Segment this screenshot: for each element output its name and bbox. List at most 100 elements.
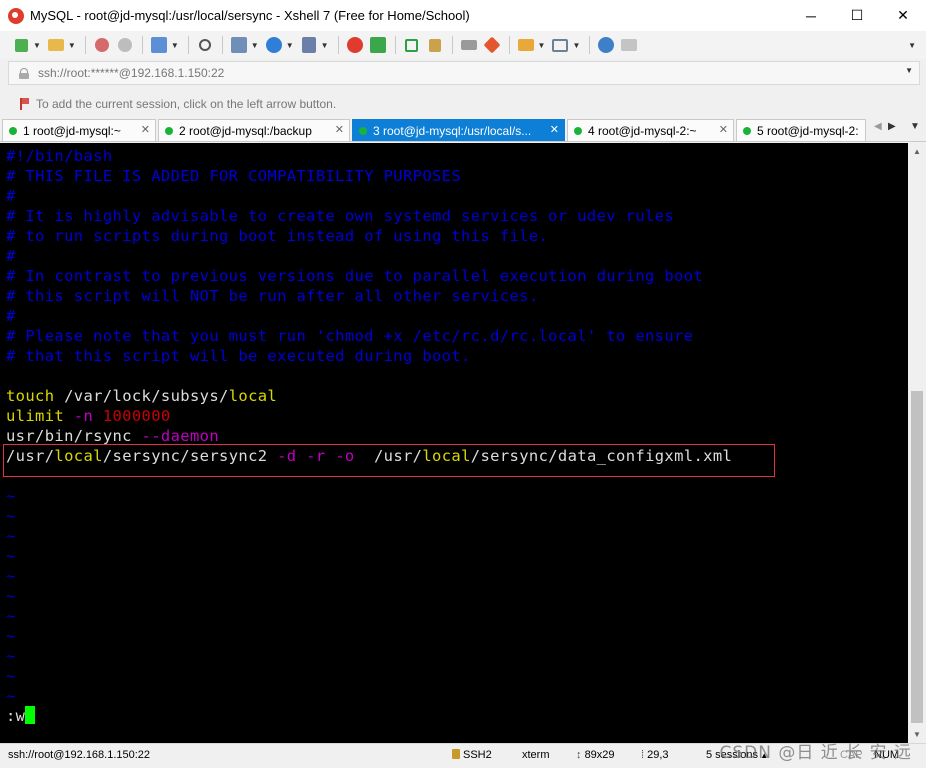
toolbar-divider <box>451 36 453 54</box>
layout-icon <box>552 38 569 52</box>
terminal-line: # It is highly advisable to create own s… <box>6 207 675 225</box>
address-dropdown-icon[interactable]: ▼ <box>905 66 913 75</box>
close-tab-icon[interactable]: ✕ <box>141 123 150 136</box>
chevron-down-icon[interactable]: ▼ <box>321 41 329 50</box>
chevron-down-icon[interactable]: ▼ <box>33 41 41 50</box>
toolbar-divider <box>141 36 143 54</box>
empty-line-marker: ~ <box>6 627 16 645</box>
terminal-line: # <box>6 307 16 325</box>
scrollbar-thumb[interactable] <box>911 391 923 723</box>
minimize-button[interactable]: ─ <box>788 0 834 31</box>
status-size-text: 89x29 <box>584 749 615 761</box>
command-flag: --daemon <box>141 427 220 445</box>
maximize-button[interactable]: ☐ <box>834 0 880 31</box>
terminal-line: # to run scripts during boot instead of … <box>6 227 549 245</box>
close-tab-icon[interactable]: ✕ <box>719 123 728 136</box>
vim-command-text: :w <box>6 707 26 725</box>
tab-label: 4 root@jd-mysql-2:~ <box>588 123 697 138</box>
tab-label: 3 root@jd-mysql:/usr/local/s... <box>373 123 532 138</box>
command-path-keyword: local <box>228 387 278 405</box>
terminal-line: # <box>6 247 16 265</box>
toolbar-divider <box>337 36 339 54</box>
highlight-button[interactable] <box>481 34 503 56</box>
terminal-line: # Please note that you must run 'chmod +… <box>6 327 694 345</box>
xshell-button[interactable] <box>344 34 366 56</box>
session-tab-bar: 1 root@jd-mysql:~ ✕ 2 root@jd-mysql:/bac… <box>0 118 926 142</box>
transfer-button[interactable] <box>228 34 250 56</box>
resize-icon: ↕ <box>576 749 585 761</box>
address-bar[interactable]: ssh://root:******@192.168.1.150:22 ▼ <box>8 61 920 85</box>
xshell-icon <box>346 37 363 53</box>
empty-line-marker: ~ <box>6 487 16 505</box>
tab-list-dropdown-icon[interactable]: ▼ <box>910 121 920 132</box>
chevron-down-icon[interactable]: ▼ <box>251 41 259 50</box>
status-cursor-position: ⁞ 29,3 <box>641 749 669 761</box>
tab-label: 5 root@jd-mysql-2: <box>757 123 859 138</box>
tab-scroll-right-icon[interactable]: ▶ <box>888 121 896 132</box>
empty-line-marker: ~ <box>6 507 16 525</box>
empty-line-marker: ~ <box>6 647 16 665</box>
chevron-down-icon[interactable]: ▼ <box>171 41 179 50</box>
disconnect-button[interactable] <box>91 34 113 56</box>
close-tab-icon[interactable]: ✕ <box>335 123 344 136</box>
fullscreen-button[interactable] <box>401 34 423 56</box>
empty-line-marker: ~ <box>6 667 16 685</box>
lock-button[interactable] <box>424 34 446 56</box>
tab-scroll-left-icon[interactable]: ◀ <box>874 121 882 132</box>
keyboard-button[interactable] <box>458 34 480 56</box>
properties-button[interactable] <box>148 34 170 56</box>
window-title: MySQL - root@jd-mysql:/usr/local/sersync… <box>30 8 470 23</box>
vim-command-line[interactable]: :w <box>6 706 36 726</box>
status-terminal-type: xterm <box>522 749 550 761</box>
empty-line-marker: ~ <box>6 547 16 565</box>
terminal-line: # THIS FILE IS ADDED FOR COMPATIBILITY P… <box>6 167 462 185</box>
disconnect-icon <box>94 38 109 52</box>
chevron-down-icon[interactable]: ▼ <box>572 41 580 50</box>
globe-icon <box>265 37 282 53</box>
xftp-button[interactable] <box>367 34 389 56</box>
tab-session-2[interactable]: 2 root@jd-mysql:/backup ✕ <box>158 119 350 141</box>
bookmark-arrow-icon[interactable] <box>20 98 30 110</box>
comment-button[interactable] <box>618 34 640 56</box>
address-input[interactable]: ssh://root:******@192.168.1.150:22 <box>38 66 224 80</box>
tab-session-1[interactable]: 1 root@jd-mysql:~ ✕ <box>2 119 156 141</box>
terminal-line-rsync: usr/bin/rsync --daemon <box>6 426 219 446</box>
font-button[interactable] <box>298 34 320 56</box>
tab-label: 2 root@jd-mysql:/backup <box>179 123 312 138</box>
new-session-icon <box>14 38 28 52</box>
find-button[interactable] <box>194 34 216 56</box>
toolbar-divider <box>84 36 86 54</box>
chevron-down-icon[interactable]: ▼ <box>538 41 546 50</box>
toolbar-divider <box>394 36 396 54</box>
close-tab-icon[interactable]: ✕ <box>550 123 559 136</box>
session-hint-text: To add the current session, click on the… <box>36 97 337 111</box>
empty-line-marker: ~ <box>6 527 16 545</box>
open-button[interactable] <box>45 34 67 56</box>
chevron-down-icon[interactable]: ▼ <box>286 41 294 50</box>
new-session-button[interactable] <box>10 34 32 56</box>
terminal-scrollbar[interactable]: ▲ ▼ <box>908 143 926 743</box>
help-button[interactable] <box>595 34 617 56</box>
toolbar-divider <box>221 36 223 54</box>
terminal-line: # this script will NOT be run after all … <box>6 287 539 305</box>
scroll-up-icon[interactable]: ▲ <box>908 143 926 160</box>
new-tab-button[interactable] <box>515 34 537 56</box>
command-keyword: touch <box>6 387 55 405</box>
tab-session-5[interactable]: 5 root@jd-mysql-2: <box>736 119 866 141</box>
new-tab-icon <box>517 39 534 51</box>
chevron-down-icon[interactable]: ▼ <box>68 41 76 50</box>
globe-button[interactable] <box>263 34 285 56</box>
close-button[interactable]: ✕ <box>880 0 926 31</box>
keyboard-icon <box>460 40 477 50</box>
session-hint-bar: To add the current session, click on the… <box>8 93 920 115</box>
layout-button[interactable] <box>549 34 571 56</box>
toolbar-divider <box>508 36 510 54</box>
tab-session-3[interactable]: 3 root@jd-mysql:/usr/local/s... ✕ <box>352 119 565 141</box>
toolbar-overflow-chevron-icon[interactable]: ▼ <box>908 41 916 50</box>
xshell-logo-icon <box>8 7 24 24</box>
terminal-line: # <box>6 187 16 205</box>
tab-session-4[interactable]: 4 root@jd-mysql-2:~ ✕ <box>567 119 734 141</box>
terminal-screen[interactable]: #!/bin/bash # THIS FILE IS ADDED FOR COM… <box>0 143 908 743</box>
reconnect-button[interactable] <box>114 34 136 56</box>
terminal-line: # In contrast to previous versions due t… <box>6 267 704 285</box>
